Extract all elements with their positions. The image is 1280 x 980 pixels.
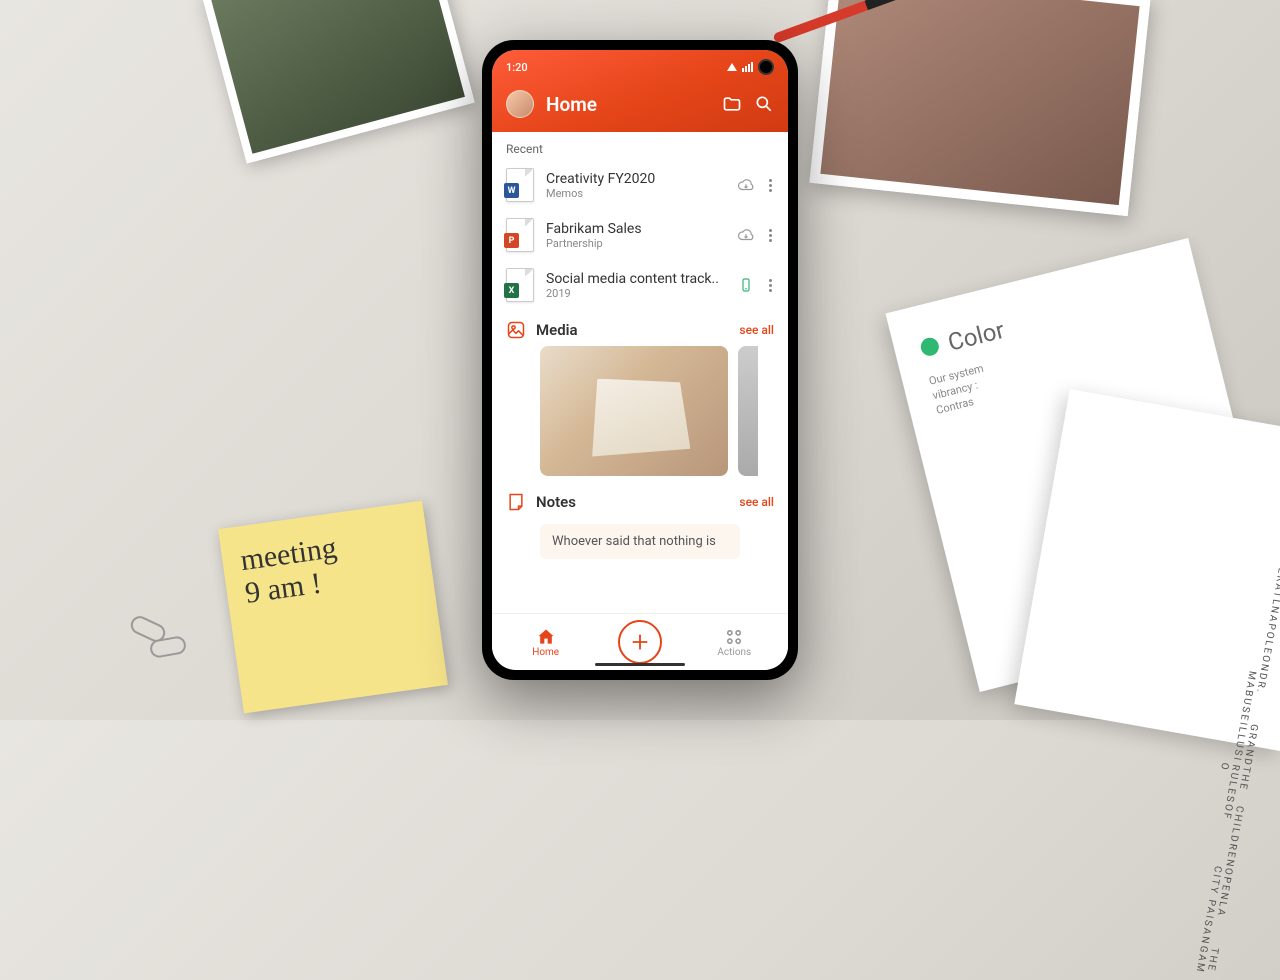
file-row[interactable]: P Fabrikam Sales Partnership xyxy=(492,210,788,260)
actions-icon xyxy=(724,627,744,645)
cloud-download-icon[interactable] xyxy=(737,176,755,194)
home-icon xyxy=(536,627,556,645)
phone-frame: 1:20 Home Recent W xyxy=(482,40,798,680)
file-row[interactable]: X Social media content track.. 2019 xyxy=(492,260,788,310)
media-carousel[interactable] xyxy=(492,346,788,482)
powerpoint-file-icon: P xyxy=(506,218,534,252)
note-preview[interactable]: Whoever said that nothing is xyxy=(540,524,740,559)
file-subtitle: Memos xyxy=(546,187,725,200)
phone-screen: 1:20 Home Recent W xyxy=(492,50,788,670)
excel-file-icon: X xyxy=(506,268,534,302)
gesture-bar xyxy=(595,663,685,666)
file-name: Creativity FY2020 xyxy=(546,171,725,187)
nav-label: Home xyxy=(532,647,559,658)
media-icon xyxy=(506,320,526,340)
page-title: Home xyxy=(546,93,710,116)
file-subtitle: 2019 xyxy=(546,287,725,300)
desk-photo xyxy=(809,0,1150,216)
bottom-nav: Home Actions xyxy=(492,613,788,670)
device-icon[interactable] xyxy=(737,276,755,294)
file-row[interactable]: W Creativity FY2020 Memos xyxy=(492,160,788,210)
camera-punch-hole xyxy=(758,59,774,75)
section-title-media: Media xyxy=(536,321,729,339)
search-icon[interactable] xyxy=(754,94,774,114)
notes-icon xyxy=(506,492,526,512)
file-subtitle: Partnership xyxy=(546,237,725,250)
nav-home[interactable]: Home xyxy=(511,627,581,658)
see-all-media-link[interactable]: see all xyxy=(739,323,774,337)
section-title-notes: Notes xyxy=(536,493,729,511)
avatar[interactable] xyxy=(506,90,534,118)
word-file-icon: W xyxy=(506,168,534,202)
nav-label: Actions xyxy=(717,647,751,658)
status-time: 1:20 xyxy=(506,61,528,74)
paper-heading: Color xyxy=(945,316,1007,357)
more-options-icon[interactable] xyxy=(767,179,774,192)
media-thumbnail[interactable] xyxy=(738,346,758,476)
desk-photo xyxy=(201,0,475,164)
nav-actions[interactable]: Actions xyxy=(699,627,769,658)
signal-icon xyxy=(742,62,753,72)
sticky-note: meeting 9 am ! xyxy=(218,501,448,714)
media-thumbnail[interactable] xyxy=(540,346,728,476)
folder-icon[interactable] xyxy=(722,94,742,114)
file-name: Social media content track.. xyxy=(546,271,725,287)
paper-clips xyxy=(130,620,190,660)
wifi-icon xyxy=(727,63,737,71)
section-label-recent: Recent xyxy=(492,132,788,160)
more-options-icon[interactable] xyxy=(767,229,774,242)
status-bar: 1:20 xyxy=(506,58,774,76)
create-new-button[interactable] xyxy=(618,620,662,664)
file-name: Fabrikam Sales xyxy=(546,221,725,237)
see-all-notes-link[interactable]: see all xyxy=(739,495,774,509)
cloud-download-icon[interactable] xyxy=(737,226,755,244)
more-options-icon[interactable] xyxy=(767,279,774,292)
